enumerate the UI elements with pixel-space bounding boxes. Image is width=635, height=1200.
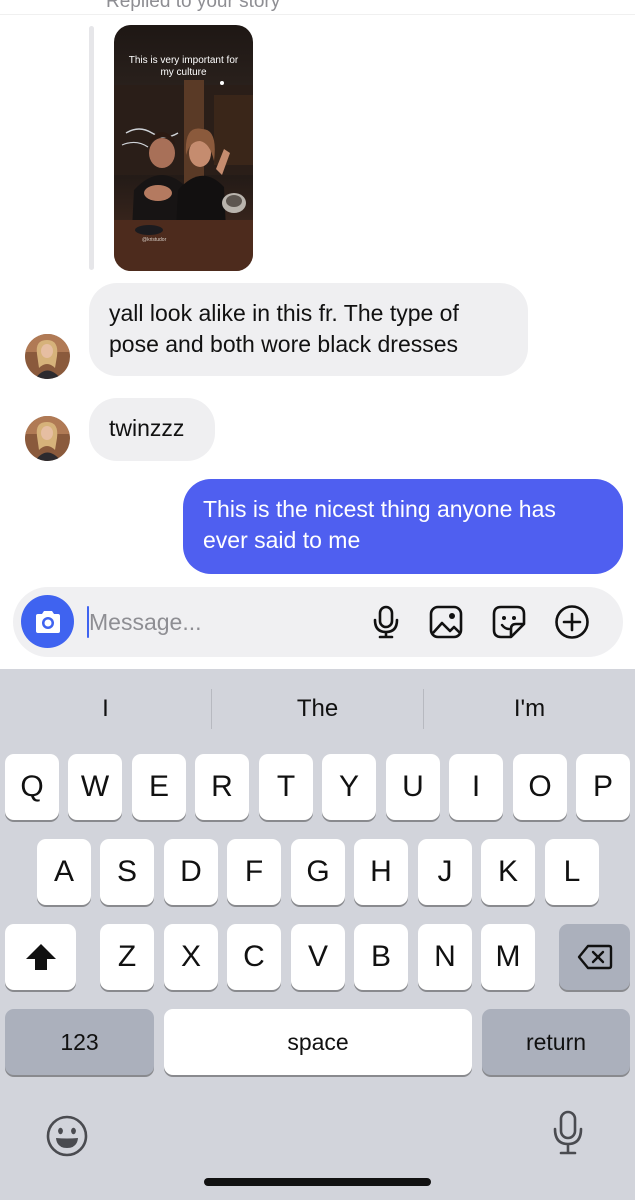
message-bubble-incoming[interactable]: twinzzz xyxy=(89,398,215,461)
suggestion-3[interactable]: I'm xyxy=(424,689,635,729)
message-bubble-outgoing[interactable]: This is the nicest thing anyone has ever… xyxy=(183,479,623,574)
gallery-icon xyxy=(429,605,463,639)
key-u[interactable]: U xyxy=(386,754,440,820)
key-h[interactable]: H xyxy=(354,839,408,905)
key-o[interactable]: O xyxy=(513,754,567,820)
key-v[interactable]: V xyxy=(291,924,345,990)
key-k[interactable]: K xyxy=(481,839,535,905)
backspace-icon xyxy=(577,944,612,970)
emoji-button[interactable] xyxy=(43,1112,91,1160)
key-e[interactable]: E xyxy=(132,754,186,820)
return-key[interactable]: return xyxy=(482,1009,630,1075)
key-n[interactable]: N xyxy=(418,924,472,990)
space-key[interactable]: space xyxy=(164,1009,472,1075)
key-x[interactable]: X xyxy=(164,924,218,990)
more-options-button[interactable] xyxy=(553,603,591,641)
avatar-photo xyxy=(25,416,70,461)
key-z[interactable]: Z xyxy=(100,924,154,990)
key-y[interactable]: Y xyxy=(322,754,376,820)
avatar[interactable] xyxy=(25,416,70,461)
top-divider xyxy=(0,14,635,15)
key-q[interactable]: Q xyxy=(5,754,59,820)
key-p[interactable]: P xyxy=(576,754,630,820)
key-r[interactable]: R xyxy=(195,754,249,820)
camera-icon xyxy=(35,610,60,633)
numbers-key[interactable]: 123 xyxy=(5,1009,154,1075)
suggestion-2[interactable]: The xyxy=(212,689,423,729)
story-caption: This is very important for my culture xyxy=(128,55,239,78)
message-input[interactable] xyxy=(89,601,349,643)
story-handle: @kristudor xyxy=(142,237,167,243)
camera-button[interactable] xyxy=(21,595,74,648)
keyboard: I The I'm Q W E R T Y U I O P A S D F G … xyxy=(0,669,635,1200)
key-w[interactable]: W xyxy=(68,754,122,820)
suggestion-1[interactable]: I xyxy=(0,689,211,729)
plus-icon xyxy=(555,605,589,639)
key-f[interactable]: F xyxy=(227,839,281,905)
key-j[interactable]: J xyxy=(418,839,472,905)
key-g[interactable]: G xyxy=(291,839,345,905)
key-c[interactable]: C xyxy=(227,924,281,990)
voice-message-button[interactable] xyxy=(367,603,405,641)
key-l[interactable]: L xyxy=(545,839,599,905)
message-composer xyxy=(13,587,623,657)
message-bubble-incoming[interactable]: yall look alike in this fr. The type of … xyxy=(89,283,528,376)
key-a[interactable]: A xyxy=(37,839,91,905)
microphone-icon xyxy=(373,605,399,639)
backspace-key[interactable] xyxy=(559,924,630,990)
replied-to-story-label: Replied to your story xyxy=(106,0,281,12)
key-m[interactable]: M xyxy=(481,924,535,990)
key-b[interactable]: B xyxy=(354,924,408,990)
key-t[interactable]: T xyxy=(259,754,313,820)
sticker-icon xyxy=(492,605,526,639)
key-i[interactable]: I xyxy=(449,754,503,820)
dictation-button[interactable] xyxy=(544,1109,592,1157)
gallery-button[interactable] xyxy=(427,603,465,641)
key-d[interactable]: D xyxy=(164,839,218,905)
home-indicator xyxy=(204,1178,431,1186)
dictation-icon xyxy=(553,1110,583,1155)
reply-indicator-bar xyxy=(89,26,94,270)
avatar-photo xyxy=(25,334,70,379)
sticker-button[interactable] xyxy=(490,603,528,641)
avatar[interactable] xyxy=(25,334,70,379)
shift-key[interactable] xyxy=(5,924,76,990)
emoji-icon xyxy=(46,1115,88,1157)
shift-icon xyxy=(25,944,56,970)
story-thumbnail[interactable]: This is very important for my culture @k… xyxy=(114,25,253,271)
key-s[interactable]: S xyxy=(100,839,154,905)
